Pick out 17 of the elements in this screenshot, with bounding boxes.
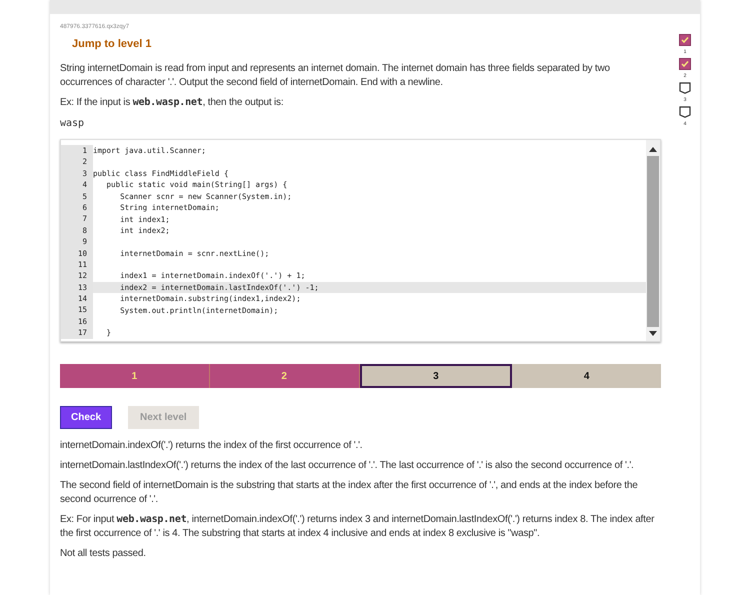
level-tab[interactable]: 1 xyxy=(60,364,210,388)
scroll-up-icon[interactable] xyxy=(649,146,657,152)
scroll-down-icon[interactable] xyxy=(649,331,657,337)
feedback-text: internetDomain.lastIndexOf('.') returns the index of the last occurrence of '.'. The last occurrence of '.' is also the second occurrence of '.'. xyxy=(60,459,635,473)
example-text: Ex: If the input is web.wasp.net, then the output is: xyxy=(60,96,284,110)
level-tab[interactable]: 2 xyxy=(210,364,360,388)
example-output: wasp xyxy=(60,118,86,129)
level-title: Jump to level 1 xyxy=(72,38,152,50)
scrollbar[interactable] xyxy=(646,140,660,341)
level-tab[interactable]: 3 xyxy=(360,364,512,388)
level-tab[interactable]: 4 xyxy=(512,364,661,388)
feedback-text: Not all tests passed. xyxy=(60,547,147,561)
feedback-text: internetDomain.indexOf('.') returns the index of the first occurrence of '.'. xyxy=(60,439,364,453)
check-button[interactable]: Check xyxy=(60,406,112,429)
feedback-text: The second field of internetDomain is the substring that starts at the index after the first occurrence of '.', and ends at the index before the second ocurrence of '.'. xyxy=(60,479,639,507)
prompt-text: String internetDomain is read from input and represents an internet domain. The internet domain has three fields separated by two occurrences of character '.'. Output the second field of internetDomain. End with a newline. xyxy=(60,62,611,90)
feedback-text: Ex: For input web.wasp.net, internetDomain.indexOf('.') returns index 3 and internetDomain.lastIndexOf('.') returns index 8. The index after the first occurrence of '.' is 4. The substring that starts at index 4 inclusive and ends at index 8 exclusive is "wasp". xyxy=(60,513,656,541)
